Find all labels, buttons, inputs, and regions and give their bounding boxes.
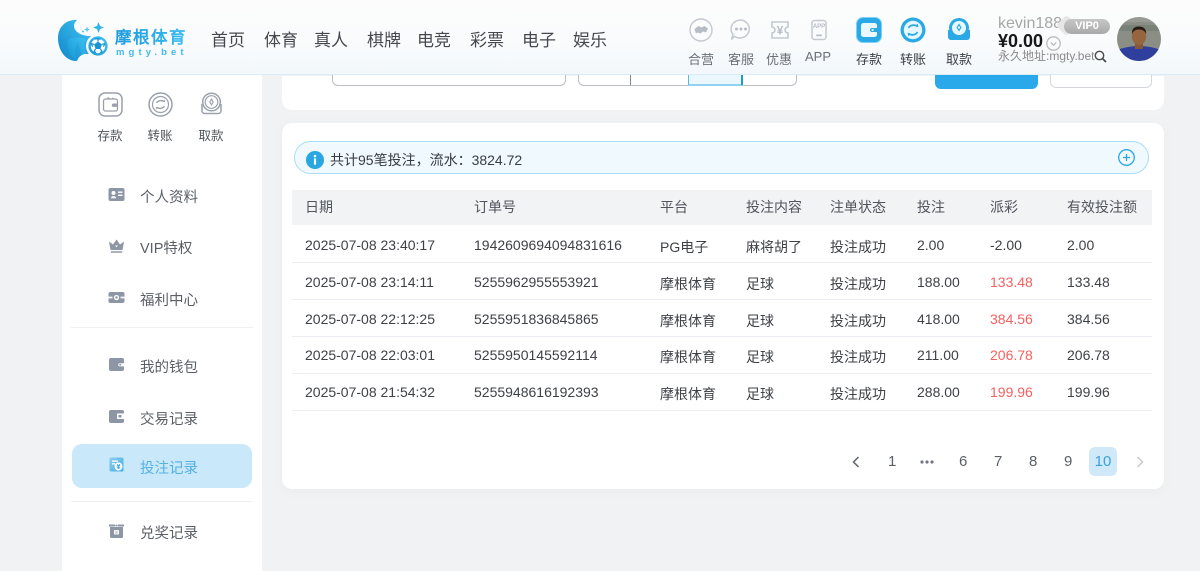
svg-text:¥: ¥ (777, 23, 784, 37)
svg-text:兑: 兑 (115, 530, 119, 535)
svg-text:APP: APP (813, 24, 825, 30)
